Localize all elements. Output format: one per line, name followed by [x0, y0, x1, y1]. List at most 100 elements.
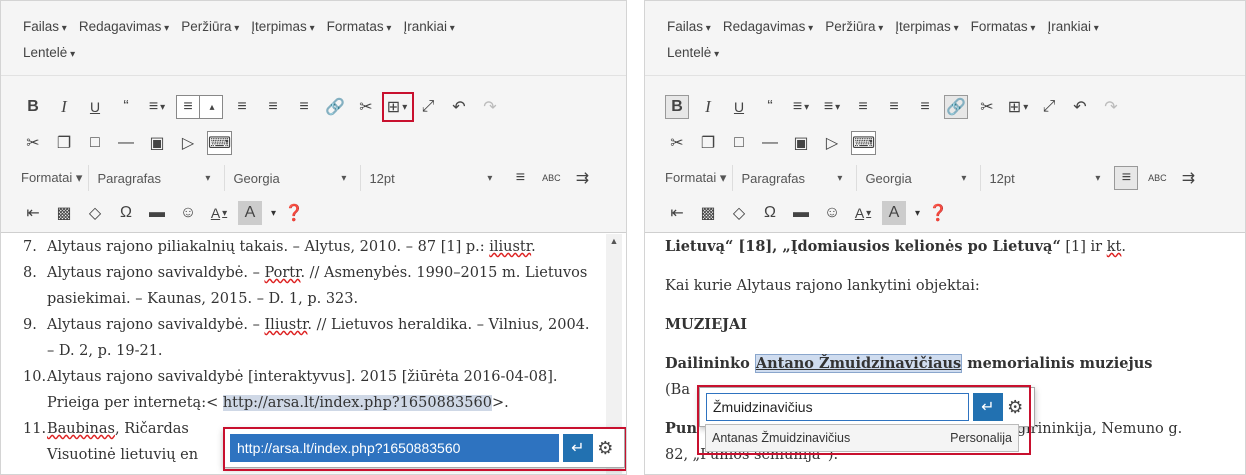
italic-button[interactable]: I: [52, 95, 76, 119]
clear-format-icon[interactable]: ◇: [727, 201, 751, 225]
museum-link[interactable]: Antano Žmuidzinavičiaus: [754, 354, 963, 373]
media-icon[interactable]: ▷: [176, 131, 200, 155]
undo-icon[interactable]: ↶: [447, 95, 471, 119]
unlink-icon[interactable]: ✂: [975, 95, 999, 119]
indent-icon[interactable]: ⇉: [1176, 166, 1200, 190]
align-left-icon[interactable]: ≡: [851, 95, 875, 119]
block-format-select[interactable]: Paragrafas ▾: [88, 165, 218, 191]
paste-icon[interactable]: □: [727, 131, 751, 155]
align-center-icon[interactable]: ≡: [261, 95, 285, 119]
align-right-icon[interactable]: ≡: [913, 95, 937, 119]
formats-dropdown[interactable]: Formatai ▾: [21, 170, 82, 186]
cut-icon[interactable]: ✂: [21, 131, 45, 155]
paste-text-icon[interactable]: ⇤: [665, 201, 689, 225]
spellcheck-icon[interactable]: ABC: [1145, 166, 1169, 190]
horizontal-rule-icon[interactable]: —: [114, 131, 138, 155]
menu-item-edit[interactable]: Redagavimas: [723, 15, 813, 41]
image-icon[interactable]: ▣: [145, 131, 169, 155]
special-char-icon[interactable]: Ω: [758, 201, 782, 225]
font-family-select[interactable]: Georgia ▾: [856, 165, 974, 191]
text-color-icon[interactable]: A ▾: [851, 201, 875, 225]
align-right-icon[interactable]: ≡: [292, 95, 316, 119]
numbered-list-dropdown[interactable]: ▴: [199, 95, 223, 119]
cut-icon[interactable]: ✂: [665, 131, 689, 155]
background-color-icon[interactable]: A: [238, 201, 262, 225]
paste-word-icon[interactable]: ▩: [52, 201, 76, 225]
italic-button[interactable]: I: [696, 95, 720, 119]
emoticon-icon[interactable]: ☺: [176, 201, 200, 225]
menu-item-insert[interactable]: Įterpimas: [895, 15, 958, 41]
undo-icon[interactable]: ↶: [1068, 95, 1092, 119]
numbered-list-icon[interactable]: ≡: [176, 95, 200, 119]
underline-button[interactable]: U: [727, 95, 751, 119]
menu-item-view[interactable]: Peržiūra: [825, 15, 883, 41]
bullet-list-icon[interactable]: ≡ ▾: [789, 95, 813, 119]
list-item: 8. Alytaus rajono savivaldybė. – Portr. /…: [23, 260, 596, 312]
redo-icon[interactable]: ↷: [478, 95, 502, 119]
insert-link-icon[interactable]: 🔗: [944, 95, 968, 119]
justify-icon[interactable]: ≡: [1114, 166, 1139, 190]
paste-text-icon[interactable]: ⇤: [21, 201, 45, 225]
redo-icon[interactable]: ↷: [1099, 95, 1123, 119]
insert-link-icon[interactable]: 🔗: [323, 95, 347, 119]
page-break-icon[interactable]: ▬: [789, 201, 813, 225]
background-color-caret[interactable]: ▾: [915, 208, 920, 219]
menu-item-tools[interactable]: Įrankiai: [403, 15, 454, 41]
align-center-icon[interactable]: ≡: [882, 95, 906, 119]
text-prefix: Lietuvą“ [18],: [665, 238, 783, 255]
list-item: 10. Alytaus rajono savivaldybė [interakty…: [23, 364, 596, 416]
spellcheck-icon[interactable]: ABC: [539, 166, 563, 190]
menu-item-file[interactable]: Failas: [667, 15, 711, 41]
bold-button[interactable]: B: [665, 95, 689, 119]
blockquote-icon[interactable]: “: [114, 95, 138, 119]
copy-icon[interactable]: ❐: [696, 131, 720, 155]
media-icon[interactable]: ▷: [820, 131, 844, 155]
menu-item-edit[interactable]: Redagavimas: [79, 15, 169, 41]
clear-format-icon[interactable]: ◇: [83, 201, 107, 225]
copy-icon[interactable]: ❐: [52, 131, 76, 155]
menu-item-file[interactable]: Failas: [23, 15, 67, 41]
menu-item-insert[interactable]: Įterpimas: [251, 15, 314, 41]
paste-word-icon[interactable]: ▩: [696, 201, 720, 225]
scroll-up-icon[interactable]: ▲: [606, 234, 622, 246]
indent-icon[interactable]: ⇉: [570, 166, 594, 190]
fullscreen-icon[interactable]: ⤢: [1037, 95, 1061, 119]
keyboard-icon[interactable]: ⌨: [207, 131, 233, 155]
font-size-select[interactable]: 12pt ▾: [980, 165, 1108, 191]
special-char-icon[interactable]: Ω: [114, 201, 138, 225]
formats-dropdown[interactable]: Formatai ▾: [665, 170, 726, 186]
menu-item-table[interactable]: Lentelė: [23, 41, 75, 67]
keyboard-icon[interactable]: ⌨: [851, 131, 877, 155]
font-size-select[interactable]: 12pt ▾: [360, 165, 500, 191]
font-size-value: 12pt: [989, 170, 1015, 186]
background-color-caret[interactable]: ▾: [271, 208, 276, 219]
justify-icon[interactable]: ≡: [508, 166, 532, 190]
table-icon[interactable]: ⊞ ▾: [1006, 95, 1030, 119]
align-left-icon[interactable]: ≡: [230, 95, 254, 119]
page-break-icon[interactable]: ▬: [145, 201, 169, 225]
help-icon[interactable]: ❓: [926, 201, 950, 225]
text-color-icon[interactable]: A ▾: [207, 201, 231, 225]
toolbar-row-2: ✂ ❐ □ — ▣ ▷ ⌨: [21, 130, 239, 156]
menu-item-format[interactable]: Formatas: [327, 15, 392, 41]
paste-icon[interactable]: □: [83, 131, 107, 155]
bullet-list-icon[interactable]: ≡ ▾: [145, 95, 169, 119]
menu-item-view[interactable]: Peržiūra: [181, 15, 239, 41]
menu-item-table[interactable]: Lentelė: [667, 41, 719, 67]
unlink-icon[interactable]: ✂: [354, 95, 378, 119]
image-icon[interactable]: ▣: [789, 131, 813, 155]
menu-item-format[interactable]: Formatas: [971, 15, 1036, 41]
blockquote-icon[interactable]: “: [758, 95, 782, 119]
numbered-list-icon[interactable]: ≡ ▾: [820, 95, 844, 119]
list-item: 9. Alytaus rajono savivaldybė. – Iliustr.…: [23, 312, 596, 364]
menu-item-tools[interactable]: Įrankiai: [1047, 15, 1098, 41]
font-family-select[interactable]: Georgia ▾: [224, 165, 354, 191]
help-icon[interactable]: ❓: [282, 201, 306, 225]
block-format-select[interactable]: Paragrafas ▾: [732, 165, 850, 191]
background-color-icon[interactable]: A: [882, 201, 906, 225]
emoticon-icon[interactable]: ☺: [820, 201, 844, 225]
horizontal-rule-icon[interactable]: —: [758, 131, 782, 155]
underline-button[interactable]: U: [83, 95, 107, 119]
fullscreen-icon[interactable]: ⤢: [416, 95, 440, 119]
bold-button[interactable]: B: [21, 95, 45, 119]
